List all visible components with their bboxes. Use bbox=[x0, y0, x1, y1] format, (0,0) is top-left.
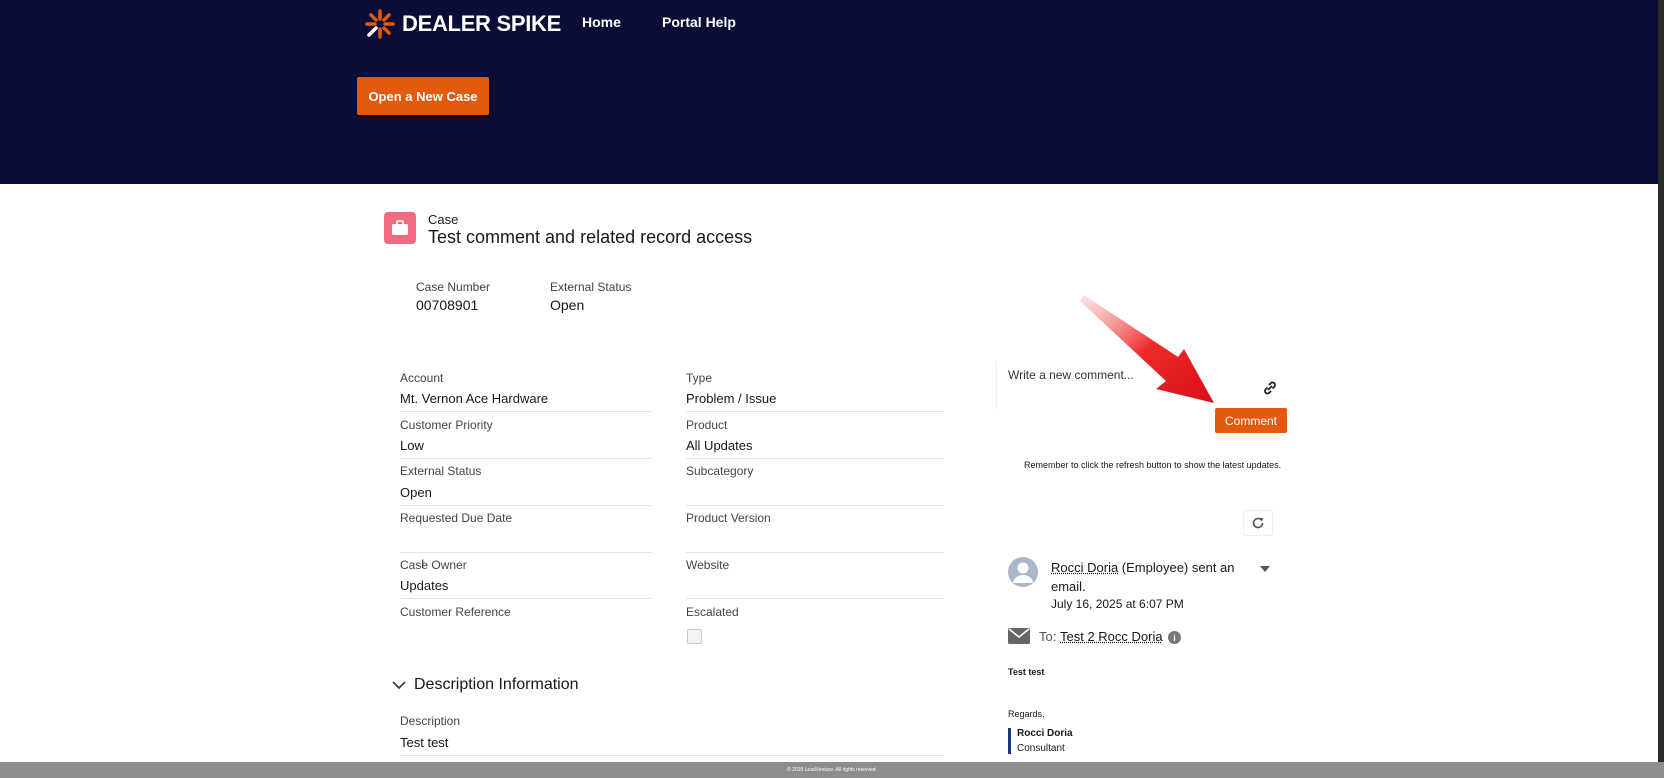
account-value[interactable]: Mt. Vernon Ace Hardware bbox=[400, 391, 548, 406]
refresh-icon bbox=[1252, 517, 1264, 529]
type-value: Problem / Issue bbox=[686, 391, 777, 406]
signature-title: Consultant bbox=[1017, 743, 1065, 754]
annotation-arrow-icon bbox=[1080, 295, 1214, 403]
user-avatar-icon bbox=[1013, 562, 1033, 583]
open-new-case-button[interactable]: Open a New Case bbox=[357, 77, 489, 115]
field-divider bbox=[400, 411, 652, 412]
case-number-label: Case Number bbox=[416, 280, 491, 294]
feed-timestamp[interactable]: July 16, 2025 at 6:07 PM bbox=[1051, 597, 1184, 611]
refresh-reminder: Remember to click the refresh button to … bbox=[1024, 460, 1282, 470]
footer-copyright: © 2025 LeadVenture. All rights reserved. bbox=[787, 767, 877, 773]
text-cursor-icon: I bbox=[421, 557, 425, 571]
account-label: Account bbox=[400, 371, 444, 385]
case-owner-label: Case Owner bbox=[400, 558, 467, 572]
footer: © 2025 LeadVenture. All rights reserved. bbox=[0, 762, 1664, 778]
product-value: All Updates bbox=[686, 438, 753, 453]
nav-home[interactable]: Home bbox=[582, 14, 621, 30]
field-divider bbox=[686, 505, 944, 506]
chevron-down-icon bbox=[392, 681, 406, 690]
nav-portal-help[interactable]: Portal Help bbox=[662, 14, 736, 30]
field-divider bbox=[400, 458, 652, 459]
escalated-checkbox[interactable] bbox=[687, 629, 702, 644]
description-label: Description bbox=[400, 714, 461, 728]
field-divider bbox=[400, 598, 652, 599]
field-divider bbox=[400, 505, 652, 506]
email-body: Test test bbox=[1008, 667, 1045, 677]
email-regards: Regards, bbox=[1008, 709, 1045, 719]
external-status-label: External Status bbox=[400, 464, 482, 478]
recipient-link[interactable]: Test 2 Rocc Doria bbox=[1060, 629, 1163, 644]
dealer-spike-logo[interactable]: DEALER SPIKE bbox=[364, 7, 561, 41]
email-signature: Rocci Doria Consultant bbox=[1008, 728, 1073, 754]
logo-burst-icon bbox=[365, 9, 395, 39]
site-header: DEALER SPIKE Home Portal Help Open a New… bbox=[0, 0, 1664, 184]
highlight-external-status-value: Open bbox=[550, 297, 585, 313]
subcategory-label: Subcategory bbox=[686, 464, 754, 478]
case-owner-value[interactable]: Updates bbox=[400, 578, 448, 593]
customer-priority-label: Customer Priority bbox=[400, 418, 493, 432]
description-section-toggle[interactable]: Description Information bbox=[392, 676, 579, 694]
to-label: To: bbox=[1039, 629, 1057, 644]
field-divider bbox=[400, 755, 944, 756]
page-title: Test comment and related record access bbox=[428, 227, 753, 247]
escalated-label: Escalated bbox=[686, 605, 739, 619]
requested-due-date-label: Requested Due Date bbox=[400, 511, 513, 525]
logo-text: DEALER SPIKE bbox=[402, 11, 561, 36]
comment-button[interactable]: Comment bbox=[1215, 408, 1287, 433]
signature-name: Rocci Doria bbox=[1017, 728, 1073, 739]
website-label: Website bbox=[686, 558, 730, 572]
highlight-external-status-label: External Status bbox=[550, 280, 632, 294]
field-divider bbox=[686, 411, 944, 412]
field-divider bbox=[686, 458, 944, 459]
window-edge bbox=[1658, 0, 1664, 778]
case-briefcase-icon bbox=[384, 212, 416, 244]
customer-priority-value: Low bbox=[400, 438, 424, 453]
product-version-label: Product Version bbox=[686, 511, 771, 525]
type-label: Type bbox=[686, 371, 713, 385]
feed-post-header: Rocci Doria (Employee) sent an email. bbox=[1051, 558, 1251, 596]
info-icon[interactable]: i bbox=[1168, 631, 1181, 644]
post-menu-caret-icon[interactable] bbox=[1259, 564, 1271, 574]
customer-reference-label: Customer Reference bbox=[400, 605, 511, 619]
description-value: Test test bbox=[400, 735, 449, 750]
case-number-value: 00708901 bbox=[416, 297, 479, 313]
email-icon bbox=[1008, 628, 1030, 644]
section-title: Description Information bbox=[414, 676, 579, 693]
refresh-button[interactable] bbox=[1243, 510, 1273, 536]
avatar[interactable] bbox=[1008, 557, 1038, 587]
field-divider bbox=[400, 552, 652, 553]
feed-author-link[interactable]: Rocci Doria bbox=[1051, 560, 1118, 575]
field-divider bbox=[686, 598, 944, 599]
external-status-value: Open bbox=[400, 485, 432, 500]
object-label: Case bbox=[428, 212, 459, 227]
field-divider bbox=[686, 552, 944, 553]
attachment-link-icon[interactable] bbox=[1262, 380, 1278, 396]
product-label: Product bbox=[686, 418, 728, 432]
